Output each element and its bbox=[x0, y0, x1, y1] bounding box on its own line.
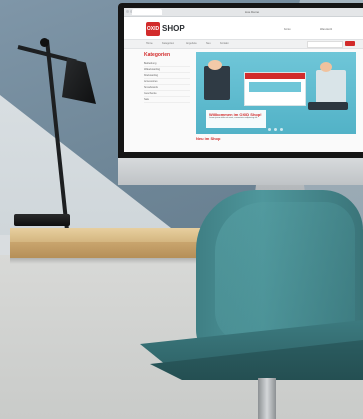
nav-item-new: Neu bbox=[206, 42, 211, 45]
monitor-chin bbox=[118, 158, 363, 185]
banner-card-header bbox=[245, 73, 305, 79]
chair-post bbox=[258, 378, 276, 419]
search-input bbox=[307, 41, 343, 48]
pager-dot-icon bbox=[268, 128, 271, 131]
banner-card bbox=[244, 72, 306, 106]
nav-item-contact: Kontakt bbox=[220, 42, 229, 45]
hero-banner: Willkommen im OXID Shop! Lorem ipsum dol… bbox=[196, 52, 356, 134]
browser-toolbar: Live Demo bbox=[124, 8, 363, 17]
monitor-screen: Live Demo OXID SHOP Konto Warenkorb Home… bbox=[124, 8, 363, 152]
lamp-joint bbox=[40, 38, 49, 47]
sidebar-item: Sale bbox=[144, 97, 190, 103]
chair-back-highlight bbox=[215, 202, 355, 342]
shop-logo-mark: OXID bbox=[146, 22, 160, 36]
lamp-base bbox=[14, 214, 70, 226]
browser-tab bbox=[132, 9, 162, 15]
browser-dot-icon bbox=[126, 10, 129, 13]
banner-figure-head bbox=[208, 60, 222, 70]
shop-logo-text: SHOP bbox=[162, 24, 185, 33]
nav-item-categories: Kategorien bbox=[162, 42, 175, 45]
pager-dot-icon bbox=[280, 128, 283, 131]
nav-item-offers: Angebote bbox=[186, 42, 197, 45]
header-link-cart: Warenkorb bbox=[320, 28, 333, 31]
pager-dot-icon bbox=[274, 128, 277, 131]
shop-nav: Home Kategorien Angebote Neu Kontakt bbox=[124, 39, 363, 49]
banner-figure-head-right bbox=[320, 62, 332, 72]
banner-laptop bbox=[308, 102, 348, 110]
banner-card-content bbox=[249, 82, 301, 92]
nav-item-home: Home bbox=[146, 42, 153, 45]
banner-figure-right bbox=[316, 70, 346, 106]
shop-header: OXID SHOP Konto Warenkorb bbox=[124, 17, 363, 39]
browser-title: Live Demo bbox=[244, 10, 260, 14]
sidebar-title: Kategorien bbox=[144, 52, 171, 58]
section-title: Neu im Shop bbox=[196, 136, 221, 141]
office-scene: Live Demo OXID SHOP Konto Warenkorb Home… bbox=[0, 0, 363, 419]
header-link-account: Konto bbox=[284, 28, 291, 31]
banner-figure-left bbox=[204, 66, 230, 100]
category-sidebar: Kategorien Bekleidung Wakeboarding Kiteb… bbox=[144, 52, 190, 132]
search-button bbox=[345, 41, 355, 46]
banner-caption: Willkommen im OXID Shop! Lorem ipsum dol… bbox=[206, 110, 266, 128]
banner-text: Lorem ipsum dolor sit amet, consectetur … bbox=[209, 117, 258, 119]
